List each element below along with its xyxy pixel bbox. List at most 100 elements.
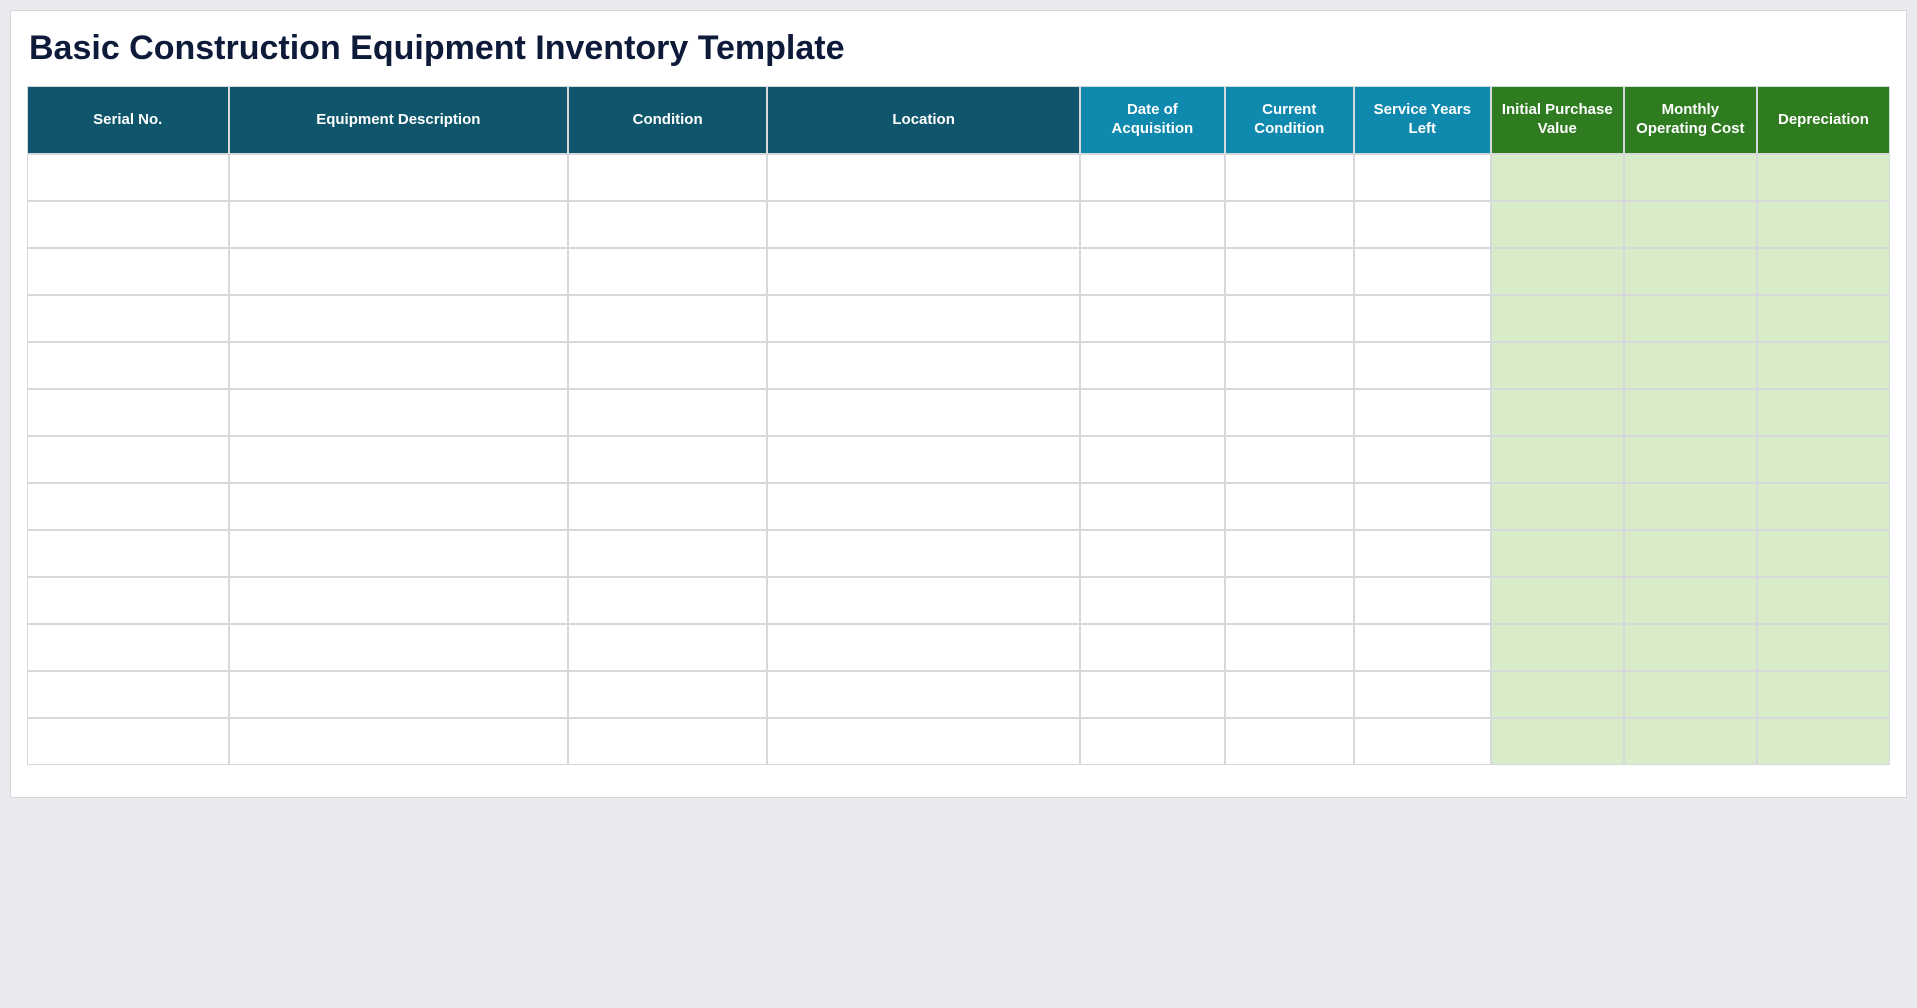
cell-depr[interactable] bbox=[1757, 248, 1890, 295]
cell-depr[interactable] bbox=[1757, 671, 1890, 718]
cell-serial[interactable] bbox=[27, 671, 229, 718]
cell-month[interactable] bbox=[1624, 718, 1757, 765]
cell-date[interactable] bbox=[1080, 389, 1224, 436]
cell-init[interactable] bbox=[1491, 248, 1624, 295]
cell-desc[interactable] bbox=[229, 718, 569, 765]
cell-date[interactable] bbox=[1080, 483, 1224, 530]
cell-cond[interactable] bbox=[568, 201, 767, 248]
cell-years[interactable] bbox=[1354, 671, 1491, 718]
cell-years[interactable] bbox=[1354, 483, 1491, 530]
cell-ccond[interactable] bbox=[1225, 671, 1354, 718]
cell-years[interactable] bbox=[1354, 342, 1491, 389]
cell-loc[interactable] bbox=[767, 154, 1080, 201]
cell-depr[interactable] bbox=[1757, 577, 1890, 624]
cell-loc[interactable] bbox=[767, 530, 1080, 577]
cell-ccond[interactable] bbox=[1225, 624, 1354, 671]
cell-desc[interactable] bbox=[229, 201, 569, 248]
cell-date[interactable] bbox=[1080, 577, 1224, 624]
cell-serial[interactable] bbox=[27, 436, 229, 483]
cell-date[interactable] bbox=[1080, 248, 1224, 295]
cell-depr[interactable] bbox=[1757, 436, 1890, 483]
cell-month[interactable] bbox=[1624, 436, 1757, 483]
cell-loc[interactable] bbox=[767, 483, 1080, 530]
cell-loc[interactable] bbox=[767, 342, 1080, 389]
cell-loc[interactable] bbox=[767, 436, 1080, 483]
cell-serial[interactable] bbox=[27, 154, 229, 201]
cell-loc[interactable] bbox=[767, 248, 1080, 295]
cell-ccond[interactable] bbox=[1225, 530, 1354, 577]
cell-cond[interactable] bbox=[568, 154, 767, 201]
cell-ccond[interactable] bbox=[1225, 248, 1354, 295]
cell-serial[interactable] bbox=[27, 342, 229, 389]
cell-loc[interactable] bbox=[767, 718, 1080, 765]
cell-month[interactable] bbox=[1624, 295, 1757, 342]
cell-date[interactable] bbox=[1080, 154, 1224, 201]
cell-date[interactable] bbox=[1080, 295, 1224, 342]
cell-desc[interactable] bbox=[229, 671, 569, 718]
cell-month[interactable] bbox=[1624, 154, 1757, 201]
cell-init[interactable] bbox=[1491, 483, 1624, 530]
cell-years[interactable] bbox=[1354, 624, 1491, 671]
cell-years[interactable] bbox=[1354, 248, 1491, 295]
cell-cond[interactable] bbox=[568, 530, 767, 577]
cell-depr[interactable] bbox=[1757, 530, 1890, 577]
cell-init[interactable] bbox=[1491, 154, 1624, 201]
cell-init[interactable] bbox=[1491, 718, 1624, 765]
cell-init[interactable] bbox=[1491, 436, 1624, 483]
cell-init[interactable] bbox=[1491, 671, 1624, 718]
cell-depr[interactable] bbox=[1757, 624, 1890, 671]
cell-init[interactable] bbox=[1491, 295, 1624, 342]
cell-cond[interactable] bbox=[568, 483, 767, 530]
cell-serial[interactable] bbox=[27, 248, 229, 295]
cell-years[interactable] bbox=[1354, 201, 1491, 248]
cell-years[interactable] bbox=[1354, 436, 1491, 483]
cell-loc[interactable] bbox=[767, 671, 1080, 718]
cell-ccond[interactable] bbox=[1225, 154, 1354, 201]
cell-ccond[interactable] bbox=[1225, 436, 1354, 483]
cell-serial[interactable] bbox=[27, 530, 229, 577]
cell-date[interactable] bbox=[1080, 624, 1224, 671]
cell-depr[interactable] bbox=[1757, 154, 1890, 201]
cell-ccond[interactable] bbox=[1225, 389, 1354, 436]
cell-serial[interactable] bbox=[27, 201, 229, 248]
cell-cond[interactable] bbox=[568, 342, 767, 389]
cell-loc[interactable] bbox=[767, 389, 1080, 436]
cell-init[interactable] bbox=[1491, 389, 1624, 436]
cell-desc[interactable] bbox=[229, 342, 569, 389]
cell-init[interactable] bbox=[1491, 577, 1624, 624]
cell-init[interactable] bbox=[1491, 342, 1624, 389]
cell-desc[interactable] bbox=[229, 436, 569, 483]
cell-date[interactable] bbox=[1080, 201, 1224, 248]
cell-desc[interactable] bbox=[229, 248, 569, 295]
cell-cond[interactable] bbox=[568, 624, 767, 671]
cell-years[interactable] bbox=[1354, 295, 1491, 342]
cell-date[interactable] bbox=[1080, 436, 1224, 483]
cell-month[interactable] bbox=[1624, 201, 1757, 248]
cell-depr[interactable] bbox=[1757, 483, 1890, 530]
cell-depr[interactable] bbox=[1757, 389, 1890, 436]
cell-depr[interactable] bbox=[1757, 718, 1890, 765]
cell-date[interactable] bbox=[1080, 671, 1224, 718]
cell-years[interactable] bbox=[1354, 154, 1491, 201]
cell-date[interactable] bbox=[1080, 718, 1224, 765]
cell-cond[interactable] bbox=[568, 671, 767, 718]
cell-desc[interactable] bbox=[229, 577, 569, 624]
cell-ccond[interactable] bbox=[1225, 201, 1354, 248]
cell-month[interactable] bbox=[1624, 483, 1757, 530]
cell-ccond[interactable] bbox=[1225, 718, 1354, 765]
cell-month[interactable] bbox=[1624, 577, 1757, 624]
cell-desc[interactable] bbox=[229, 483, 569, 530]
cell-serial[interactable] bbox=[27, 295, 229, 342]
cell-desc[interactable] bbox=[229, 624, 569, 671]
cell-cond[interactable] bbox=[568, 718, 767, 765]
cell-cond[interactable] bbox=[568, 295, 767, 342]
cell-month[interactable] bbox=[1624, 530, 1757, 577]
cell-loc[interactable] bbox=[767, 295, 1080, 342]
cell-cond[interactable] bbox=[568, 389, 767, 436]
cell-month[interactable] bbox=[1624, 248, 1757, 295]
cell-month[interactable] bbox=[1624, 342, 1757, 389]
cell-month[interactable] bbox=[1624, 624, 1757, 671]
cell-serial[interactable] bbox=[27, 624, 229, 671]
cell-desc[interactable] bbox=[229, 295, 569, 342]
cell-ccond[interactable] bbox=[1225, 483, 1354, 530]
